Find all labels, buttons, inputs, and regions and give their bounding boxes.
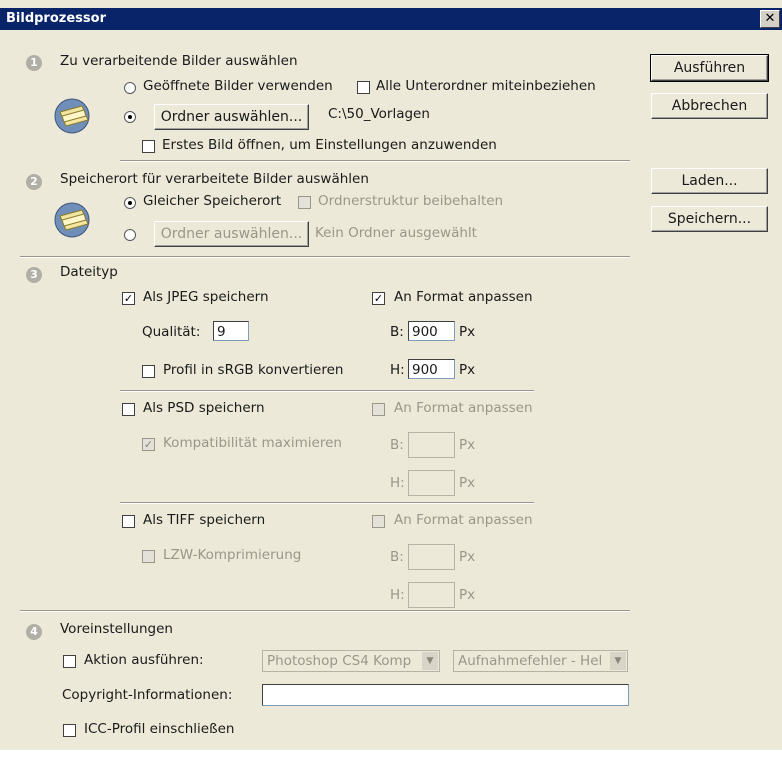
lzw-label: LZW-Komprimierung (163, 547, 302, 563)
checkbox-maximize-compat[interactable]: ✓ (142, 438, 155, 451)
icc-profile-label: ICC-Profil einschließen (84, 721, 235, 737)
quality-input[interactable]: 9 (213, 321, 249, 341)
chevron-down-icon: ▼ (422, 652, 438, 670)
cancel-button[interactable]: Abbrechen (651, 93, 768, 119)
tiff-height-input[interactable] (408, 582, 455, 608)
checkbox-save-jpeg[interactable]: ✓ (122, 292, 135, 305)
tiff-height-unit: Px (459, 587, 476, 603)
jpeg-height-unit: Px (459, 362, 476, 378)
checkbox-lzw[interactable] (142, 550, 155, 563)
psd-fit-label: An Format anpassen (394, 400, 533, 416)
run-action-label: Aktion ausführen: (84, 652, 204, 668)
psd-height-input[interactable] (408, 470, 455, 496)
radio-open-images[interactable] (124, 82, 136, 94)
section2-heading: Speicherort für verarbeitete Bilder ausw… (60, 171, 369, 187)
jpeg-height-label: H: (390, 362, 405, 378)
copyright-input[interactable] (262, 684, 629, 706)
step-number-2: 2 (26, 174, 42, 190)
step-number-1: 1 (26, 55, 42, 71)
close-icon[interactable]: ✕ (760, 10, 780, 28)
radio-same-location[interactable] (124, 197, 136, 209)
radio-choose-folder[interactable] (124, 111, 136, 123)
jpeg-width-unit: Px (459, 324, 476, 340)
checkbox-icc-profile[interactable] (63, 724, 76, 737)
dialog-window: Bildprozessor ✕ 1 Zu verarbeitende Bilde… (0, 0, 782, 758)
checkbox-open-first-image[interactable] (142, 140, 155, 153)
tiff-height-label: H: (390, 587, 405, 603)
chevron-down-icon: ▼ (610, 652, 626, 670)
section3-heading: Dateityp (60, 264, 118, 280)
tiff-width-unit: Px (459, 549, 476, 565)
save-settings-button[interactable]: Speichern... (651, 206, 768, 232)
title-bar: Bildprozessor ✕ (0, 8, 782, 30)
checkbox-save-tiff[interactable] (122, 515, 135, 528)
step-number-4: 4 (26, 624, 42, 640)
jpeg-width-input[interactable]: 900 (408, 321, 455, 341)
source-folder-path: C:\50_Vorlagen (328, 106, 430, 122)
jpeg-width-label: B: (390, 324, 404, 340)
checkbox-save-psd[interactable] (122, 403, 135, 416)
action-value: Aufnahmefehler - Hel (458, 653, 603, 669)
keep-folder-structure-label: Ordnerstruktur beibehalten (318, 193, 504, 209)
folder-icon (54, 202, 90, 238)
action-select[interactable]: Aufnahmefehler - Hel ▼ (453, 650, 628, 672)
same-location-label: Gleicher Speicherort (143, 193, 282, 209)
divider (120, 390, 534, 392)
checkbox-tiff-fit[interactable] (372, 515, 385, 528)
divider (120, 160, 630, 162)
psd-width-input[interactable] (408, 432, 455, 458)
divider (20, 256, 630, 258)
save-psd-label: Als PSD speichern (143, 400, 265, 416)
action-set-value: Photoshop CS4 Komp (267, 653, 412, 669)
divider (20, 610, 630, 612)
quality-label: Qualität: (142, 324, 201, 340)
tiff-fit-label: An Format anpassen (394, 512, 533, 528)
tiff-width-input[interactable] (408, 544, 455, 570)
divider (120, 502, 534, 504)
maximize-compat-label: Kompatibilität maximieren (163, 435, 342, 451)
radio-choose-dest-folder[interactable] (124, 229, 136, 241)
psd-height-unit: Px (459, 475, 476, 491)
radio-open-images-label: Geöffnete Bilder verwenden (143, 78, 333, 94)
tiff-width-label: B: (390, 549, 404, 565)
load-button[interactable]: Laden... (651, 168, 768, 194)
checkbox-run-action[interactable] (63, 655, 76, 668)
psd-height-label: H: (390, 475, 405, 491)
checkbox-srgb[interactable] (142, 365, 155, 378)
copyright-label: Copyright-Informationen: (62, 687, 233, 703)
srgb-label: Profil in sRGB konvertieren (163, 362, 344, 378)
no-folder-label: Kein Ordner ausgewählt (315, 225, 477, 241)
action-set-select[interactable]: Photoshop CS4 Komp ▼ (262, 650, 440, 672)
checkbox-jpeg-fit[interactable]: ✓ (372, 292, 385, 305)
section4-heading: Voreinstellungen (60, 621, 173, 637)
run-button[interactable]: Ausführen (650, 54, 769, 82)
folder-icon (54, 98, 90, 134)
step-number-3: 3 (26, 267, 42, 283)
checkbox-keep-folder-structure[interactable] (298, 196, 311, 209)
window-bottom-edge (0, 750, 782, 758)
choose-dest-folder-button[interactable]: Ordner auswählen... (154, 221, 309, 247)
psd-width-label: B: (390, 437, 404, 453)
save-tiff-label: Als TIFF speichern (143, 512, 266, 528)
include-subfolders-label: Alle Unterordner miteinbeziehen (376, 78, 596, 94)
jpeg-fit-label: An Format anpassen (394, 289, 533, 305)
save-jpeg-label: Als JPEG speichern (143, 289, 269, 305)
checkbox-psd-fit[interactable] (372, 403, 385, 416)
jpeg-height-input[interactable]: 900 (408, 359, 455, 379)
checkbox-include-subfolders[interactable] (357, 81, 370, 94)
psd-width-unit: Px (459, 437, 476, 453)
window-title: Bildprozessor (6, 11, 106, 26)
choose-source-folder-button[interactable]: Ordner auswählen... (154, 104, 309, 130)
open-first-image-label: Erstes Bild öffnen, um Einstellungen anz… (162, 137, 497, 153)
section1-heading: Zu verarbeitende Bilder auswählen (60, 53, 298, 69)
